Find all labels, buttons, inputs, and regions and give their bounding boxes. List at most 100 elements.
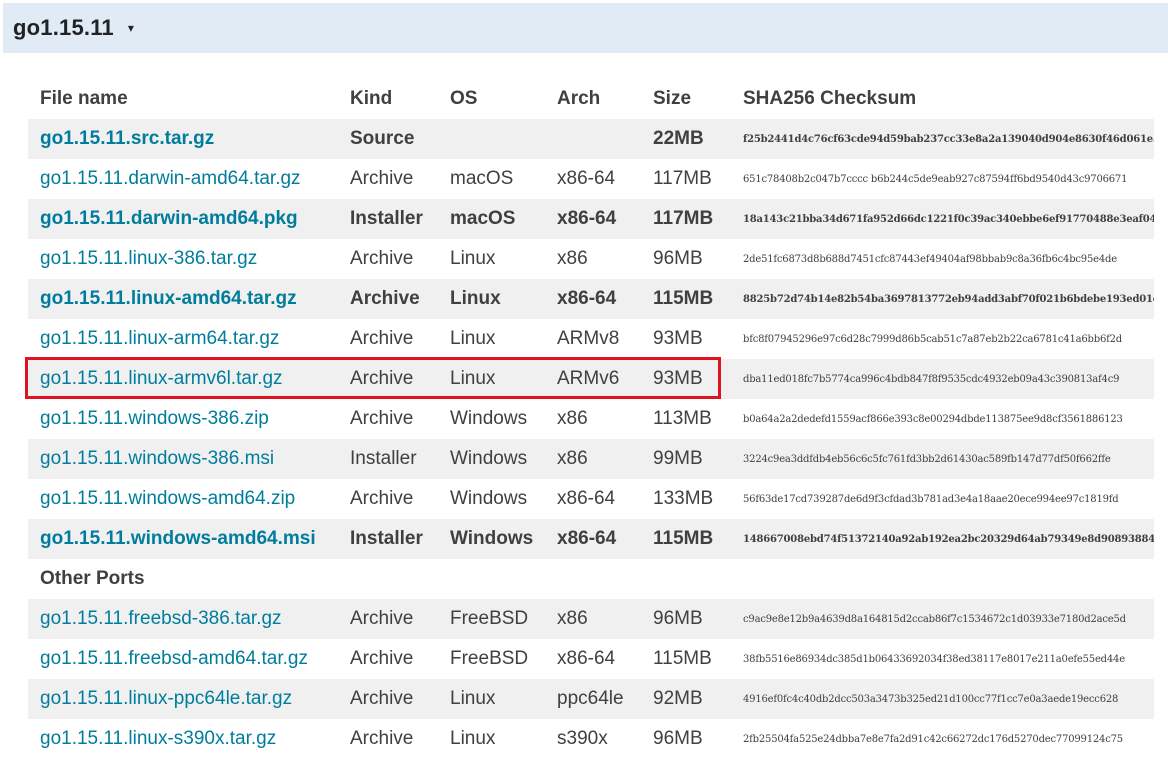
checksum-cell: f25b2441d4c76cf63cde94d59bab237cc33e8a2a…	[731, 119, 1154, 159]
download-link[interactable]: go1.15.11.linux-ppc64le.tar.gz	[40, 688, 292, 709]
size-cell: 93MB	[641, 359, 731, 399]
table-row: go1.15.11.windows-386.zip Archive Window…	[28, 399, 1154, 439]
checksum-cell: 8825b72d74b14e82b54ba3697813772eb94add3a…	[731, 279, 1154, 319]
arch-cell: x86	[557, 248, 588, 269]
download-link[interactable]: go1.15.11.freebsd-amd64.tar.gz	[40, 648, 308, 669]
checksum-cell: 4916ef0fc4c40db2dcc503a3473b325ed21d100c…	[731, 679, 1154, 719]
download-link[interactable]: go1.15.11.darwin-amd64.tar.gz	[40, 168, 301, 189]
checksum-cell: 3224c9ea3ddfdb4eb56c6c5fc761fd3bb2d61430…	[731, 439, 1154, 479]
os-cell: macOS	[438, 199, 545, 239]
checksum-cell: 148667008ebd74f51372140a92ab192ea2bc2032…	[731, 519, 1154, 559]
checksum-cell: c9ac9e8e12b9a4639d8a164815d2ccab86f7c153…	[731, 599, 1154, 639]
os-cell: Windows	[450, 488, 528, 509]
size-cell: 93MB	[653, 328, 703, 349]
os-cell: Linux	[438, 359, 545, 399]
size-cell: 117MB	[653, 168, 712, 189]
kind-cell: Archive	[350, 408, 414, 429]
filename-cell: go1.15.11.freebsd-amd64.tar.gz	[28, 639, 338, 679]
table-row: go1.15.11.linux-ppc64le.tar.gz Archive L…	[28, 679, 1154, 719]
size-cell: 115MB	[653, 648, 712, 669]
caret-down-icon[interactable]: ▾	[128, 21, 134, 35]
download-link[interactable]: go1.15.11.linux-amd64.tar.gz	[40, 288, 297, 309]
download-link[interactable]: go1.15.11.windows-amd64.msi	[40, 528, 316, 549]
col-header-checksum: SHA256 Checksum	[743, 88, 917, 109]
checksum-cell: dba11ed018fc7b5774ca996c4bdb847f8f9535cd…	[731, 359, 1154, 399]
kind-cell: Archive	[350, 648, 414, 669]
checksum-cell: 2fb25504fa525e24dbba7e8e7fa2d91c42c66272…	[743, 733, 1123, 745]
arch-cell: ARMv8	[557, 328, 620, 349]
arch-cell: ppc64le	[545, 679, 641, 719]
os-cell: Linux	[450, 248, 496, 269]
size-cell: 99MB	[641, 439, 731, 479]
kind-cell: Archive	[350, 168, 414, 189]
other-ports-heading: Other Ports	[28, 559, 1154, 599]
kind-cell: Archive	[338, 679, 438, 719]
other-ports-row: Other Ports	[28, 559, 1154, 599]
size-cell: 115MB	[641, 279, 731, 319]
filename-cell: go1.15.11.src.tar.gz	[28, 119, 338, 159]
arch-cell: ARMv6	[545, 359, 641, 399]
release-title[interactable]: go1.15.11	[13, 15, 114, 41]
filename-cell: go1.15.11.freebsd-386.tar.gz	[28, 599, 338, 639]
release-toggle[interactable]: go1.15.11 ▾	[3, 3, 1168, 53]
size-cell: 96MB	[641, 599, 731, 639]
download-link[interactable]: go1.15.11.windows-386.zip	[40, 408, 269, 429]
checksum-cell: 651c78408b2c047b7cccc b6b244c5de9eab927c…	[743, 173, 1128, 185]
table-row: go1.15.11.windows-amd64.msi Installer Wi…	[28, 519, 1154, 559]
table-row: go1.15.11.linux-386.tar.gz Archive Linux…	[28, 239, 1154, 279]
checksum-cell: 38fb5516e86934dc385d1b06433692034f38ed38…	[743, 653, 1125, 665]
checksum-cell: 18a143c21bba34d671fa952d66dc1221f0c39ac3…	[731, 199, 1154, 239]
kind-cell: Archive	[350, 488, 414, 509]
table-row: go1.15.11.freebsd-386.tar.gz Archive Fre…	[28, 599, 1154, 639]
kind-cell: Archive	[350, 248, 414, 269]
filename-cell: go1.15.11.windows-amd64.zip	[28, 479, 338, 519]
kind-cell: Installer	[338, 199, 438, 239]
filename-cell: go1.15.11.linux-amd64.tar.gz	[28, 279, 338, 319]
table-row: go1.15.11.darwin-amd64.tar.gz Archive ma…	[28, 159, 1154, 199]
size-cell: 113MB	[653, 408, 712, 429]
arch-cell: x86-64	[557, 488, 616, 509]
table-row: go1.15.11.darwin-amd64.pkg Installer mac…	[28, 199, 1154, 239]
os-cell: FreeBSD	[450, 648, 529, 669]
table-row: go1.15.11.linux-amd64.tar.gz Archive Lin…	[28, 279, 1154, 319]
download-link[interactable]: go1.15.11.linux-armv6l.tar.gz	[40, 368, 283, 389]
download-link[interactable]: go1.15.11.linux-s390x.tar.gz	[40, 728, 276, 749]
download-link[interactable]: go1.15.11.windows-386.msi	[40, 448, 274, 469]
filename-cell: go1.15.11.linux-386.tar.gz	[28, 239, 338, 279]
download-link[interactable]: go1.15.11.darwin-amd64.pkg	[40, 208, 298, 229]
download-link[interactable]: go1.15.11.linux-arm64.tar.gz	[40, 328, 279, 349]
download-link[interactable]: go1.15.11.linux-386.tar.gz	[40, 248, 257, 269]
size-cell: 133MB	[653, 488, 714, 509]
os-cell: Windows	[450, 408, 528, 429]
kind-cell: Archive	[350, 728, 414, 749]
table-row: go1.15.11.windows-amd64.zip Archive Wind…	[28, 479, 1154, 519]
table-row: go1.15.11.linux-s390x.tar.gz Archive Lin…	[28, 719, 1154, 759]
arch-cell: x86-64	[545, 199, 641, 239]
os-cell: Linux	[450, 328, 496, 349]
os-cell: Linux	[438, 679, 545, 719]
arch-cell: x86	[545, 599, 641, 639]
size-cell: 96MB	[653, 728, 703, 749]
filename-cell: go1.15.11.windows-386.zip	[28, 399, 338, 439]
filename-cell: go1.15.11.windows-amd64.msi	[28, 519, 338, 559]
table-row: go1.15.11.src.tar.gz Source 22MB f25b244…	[28, 119, 1154, 159]
filename-cell: go1.15.11.linux-ppc64le.tar.gz	[28, 679, 338, 719]
os-cell: Linux	[450, 728, 496, 749]
checksum-cell: b0a64a2a2dedefd1559acf866e393c8e00294dbd…	[743, 413, 1123, 425]
os-cell: FreeBSD	[438, 599, 545, 639]
arch-cell: x86	[545, 439, 641, 479]
col-header-arch: Arch	[557, 88, 601, 109]
downloads-table: File name Kind OS Arch Size SHA256 Check…	[28, 79, 1154, 759]
download-link[interactable]: go1.15.11.src.tar.gz	[40, 128, 214, 149]
filename-cell: go1.15.11.windows-386.msi	[28, 439, 338, 479]
download-link[interactable]: go1.15.11.freebsd-386.tar.gz	[40, 608, 282, 629]
os-cell	[438, 119, 545, 159]
kind-cell: Installer	[338, 439, 438, 479]
download-link[interactable]: go1.15.11.windows-amd64.zip	[40, 488, 295, 509]
arch-cell: x86-64	[557, 168, 616, 189]
table-row-armv6l: go1.15.11.linux-armv6l.tar.gz Archive Li…	[28, 359, 1154, 399]
table-row: go1.15.11.freebsd-amd64.tar.gz Archive F…	[28, 639, 1154, 679]
kind-cell: Installer	[338, 519, 438, 559]
kind-cell: Archive	[338, 279, 438, 319]
checksum-cell: bfc8f07945296e97c6d28c7999d86b5cab51c7a8…	[743, 333, 1122, 345]
